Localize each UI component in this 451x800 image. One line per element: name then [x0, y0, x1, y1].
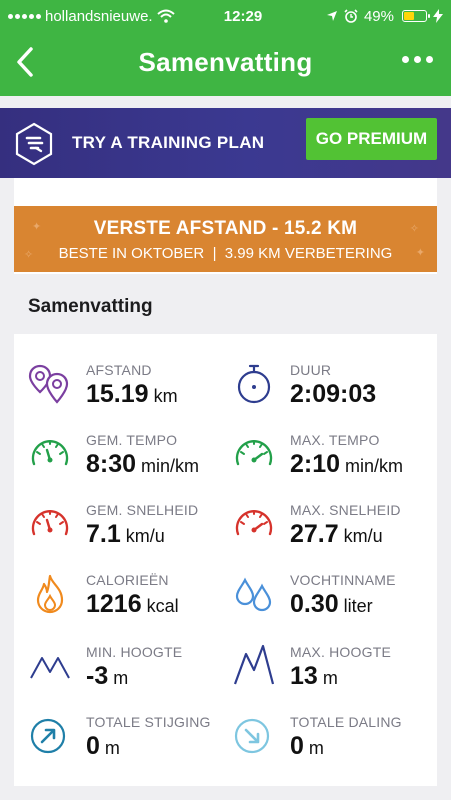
- record-banner: ✦ ✧ ✧ ✦ VERSTE AFSTAND - 15.2 KM BESTE I…: [14, 206, 437, 272]
- stat-unit: kcal: [146, 596, 179, 616]
- stat-value: 27.7: [290, 520, 339, 548]
- stat-label: TOTALE DALING: [290, 714, 402, 730]
- stat-value: 2:09:03: [290, 380, 377, 408]
- stat-value: 1216: [86, 590, 142, 618]
- training-plan-text: TRY A TRAINING PLAN: [72, 133, 265, 152]
- speedometer-icon: [235, 510, 273, 536]
- more-dot-icon: [402, 56, 409, 63]
- top-bar: hollandsnieuwe. 12:29 49% Samenvatting: [0, 0, 451, 96]
- speedometer-icon: [31, 510, 69, 536]
- mountain-icon: [30, 657, 70, 679]
- stat-unit: min/km: [141, 456, 200, 476]
- battery-icon: [402, 10, 430, 22]
- stat-label: TOTALE STIJGING: [86, 714, 211, 730]
- sparkle-icon: ✦: [415, 247, 425, 259]
- stat-unit: m: [104, 738, 120, 758]
- stat-unit: liter: [343, 596, 373, 616]
- record-title: VERSTE AFSTAND - 15.2 KM: [93, 218, 358, 239]
- summary-heading: Samenvatting: [28, 296, 153, 317]
- flame-icon: [36, 574, 64, 614]
- stat-unit: km/u: [343, 526, 383, 546]
- stat-label: GEM. TEMPO: [86, 432, 178, 448]
- stat-label: AFSTAND: [86, 362, 152, 378]
- go-premium-button[interactable]: GO PREMIUM: [306, 118, 437, 160]
- wifi-icon: [156, 9, 175, 23]
- stat-value: 8:30: [86, 450, 137, 478]
- stat-value: 13: [290, 662, 318, 690]
- stat-unit: km/u: [125, 526, 165, 546]
- more-options-button[interactable]: [398, 46, 437, 73]
- more-dot-icon: [414, 56, 421, 63]
- stat-unit: km: [153, 386, 178, 406]
- more-dot-icon: [426, 56, 433, 63]
- stat-label: GEM. SNELHEID: [86, 502, 199, 518]
- stat-unit: m: [308, 738, 324, 758]
- location-pins-icon: [28, 364, 69, 404]
- sparkle-icon: ✧: [409, 223, 419, 235]
- battery-percent: 49%: [363, 7, 394, 25]
- summary-stats-card: AFSTAND 15.19 km DUUR 2:09:03 GEM. TEMPO …: [14, 334, 437, 786]
- mountain-icon: [233, 644, 275, 685]
- stat-value: 2:10: [290, 450, 341, 478]
- descent-arrow-icon: [234, 718, 270, 754]
- page-title: Samenvatting: [138, 46, 313, 77]
- stat-value: 15.19: [86, 380, 149, 408]
- record-subtitle: BESTE IN OKTOBER | 3.99 KM VERBETERING: [58, 245, 393, 262]
- status-bar: hollandsnieuwe. 12:29 49%: [0, 0, 451, 32]
- chevron-left-icon: [17, 47, 33, 77]
- signal-icon: [8, 13, 41, 19]
- stat-value: 7.1: [86, 520, 121, 548]
- speedometer-icon: [31, 440, 69, 466]
- stat-unit: m: [322, 668, 338, 688]
- location-arrow-icon: [326, 11, 337, 21]
- speedometer-icon: [235, 440, 273, 466]
- stat-label: VOCHTINNAME: [290, 572, 396, 588]
- stat-label: DUUR: [290, 362, 332, 378]
- stat-unit: m: [113, 668, 129, 688]
- stat-label: MAX. TEMPO: [290, 432, 380, 448]
- sparkle-icon: ✦: [32, 221, 42, 233]
- sparkle-icon: ✧: [24, 249, 34, 261]
- stat-value: 0: [290, 732, 304, 760]
- stat-value: 0: [86, 732, 100, 760]
- ascent-arrow-icon: [30, 718, 66, 754]
- stat-unit: min/km: [345, 456, 404, 476]
- stat-label: MIN. HOOGTE: [86, 644, 183, 660]
- stat-label: CALORIEËN: [86, 572, 169, 588]
- back-button[interactable]: [10, 40, 40, 84]
- stopwatch-icon: [237, 364, 271, 404]
- stat-label: MAX. HOOGTE: [290, 644, 391, 660]
- alarm-icon: [344, 9, 358, 23]
- carrier-label: hollandsnieuwe.: [45, 7, 153, 25]
- status-time: 12:29: [223, 7, 263, 25]
- training-plan-icon: [15, 122, 53, 166]
- water-drops-icon: [235, 577, 272, 612]
- stat-value: -3: [86, 662, 109, 690]
- stat-value: 0.30: [290, 590, 339, 618]
- stat-label: MAX. SNELHEID: [290, 502, 401, 518]
- charging-bolt-icon: [433, 9, 443, 23]
